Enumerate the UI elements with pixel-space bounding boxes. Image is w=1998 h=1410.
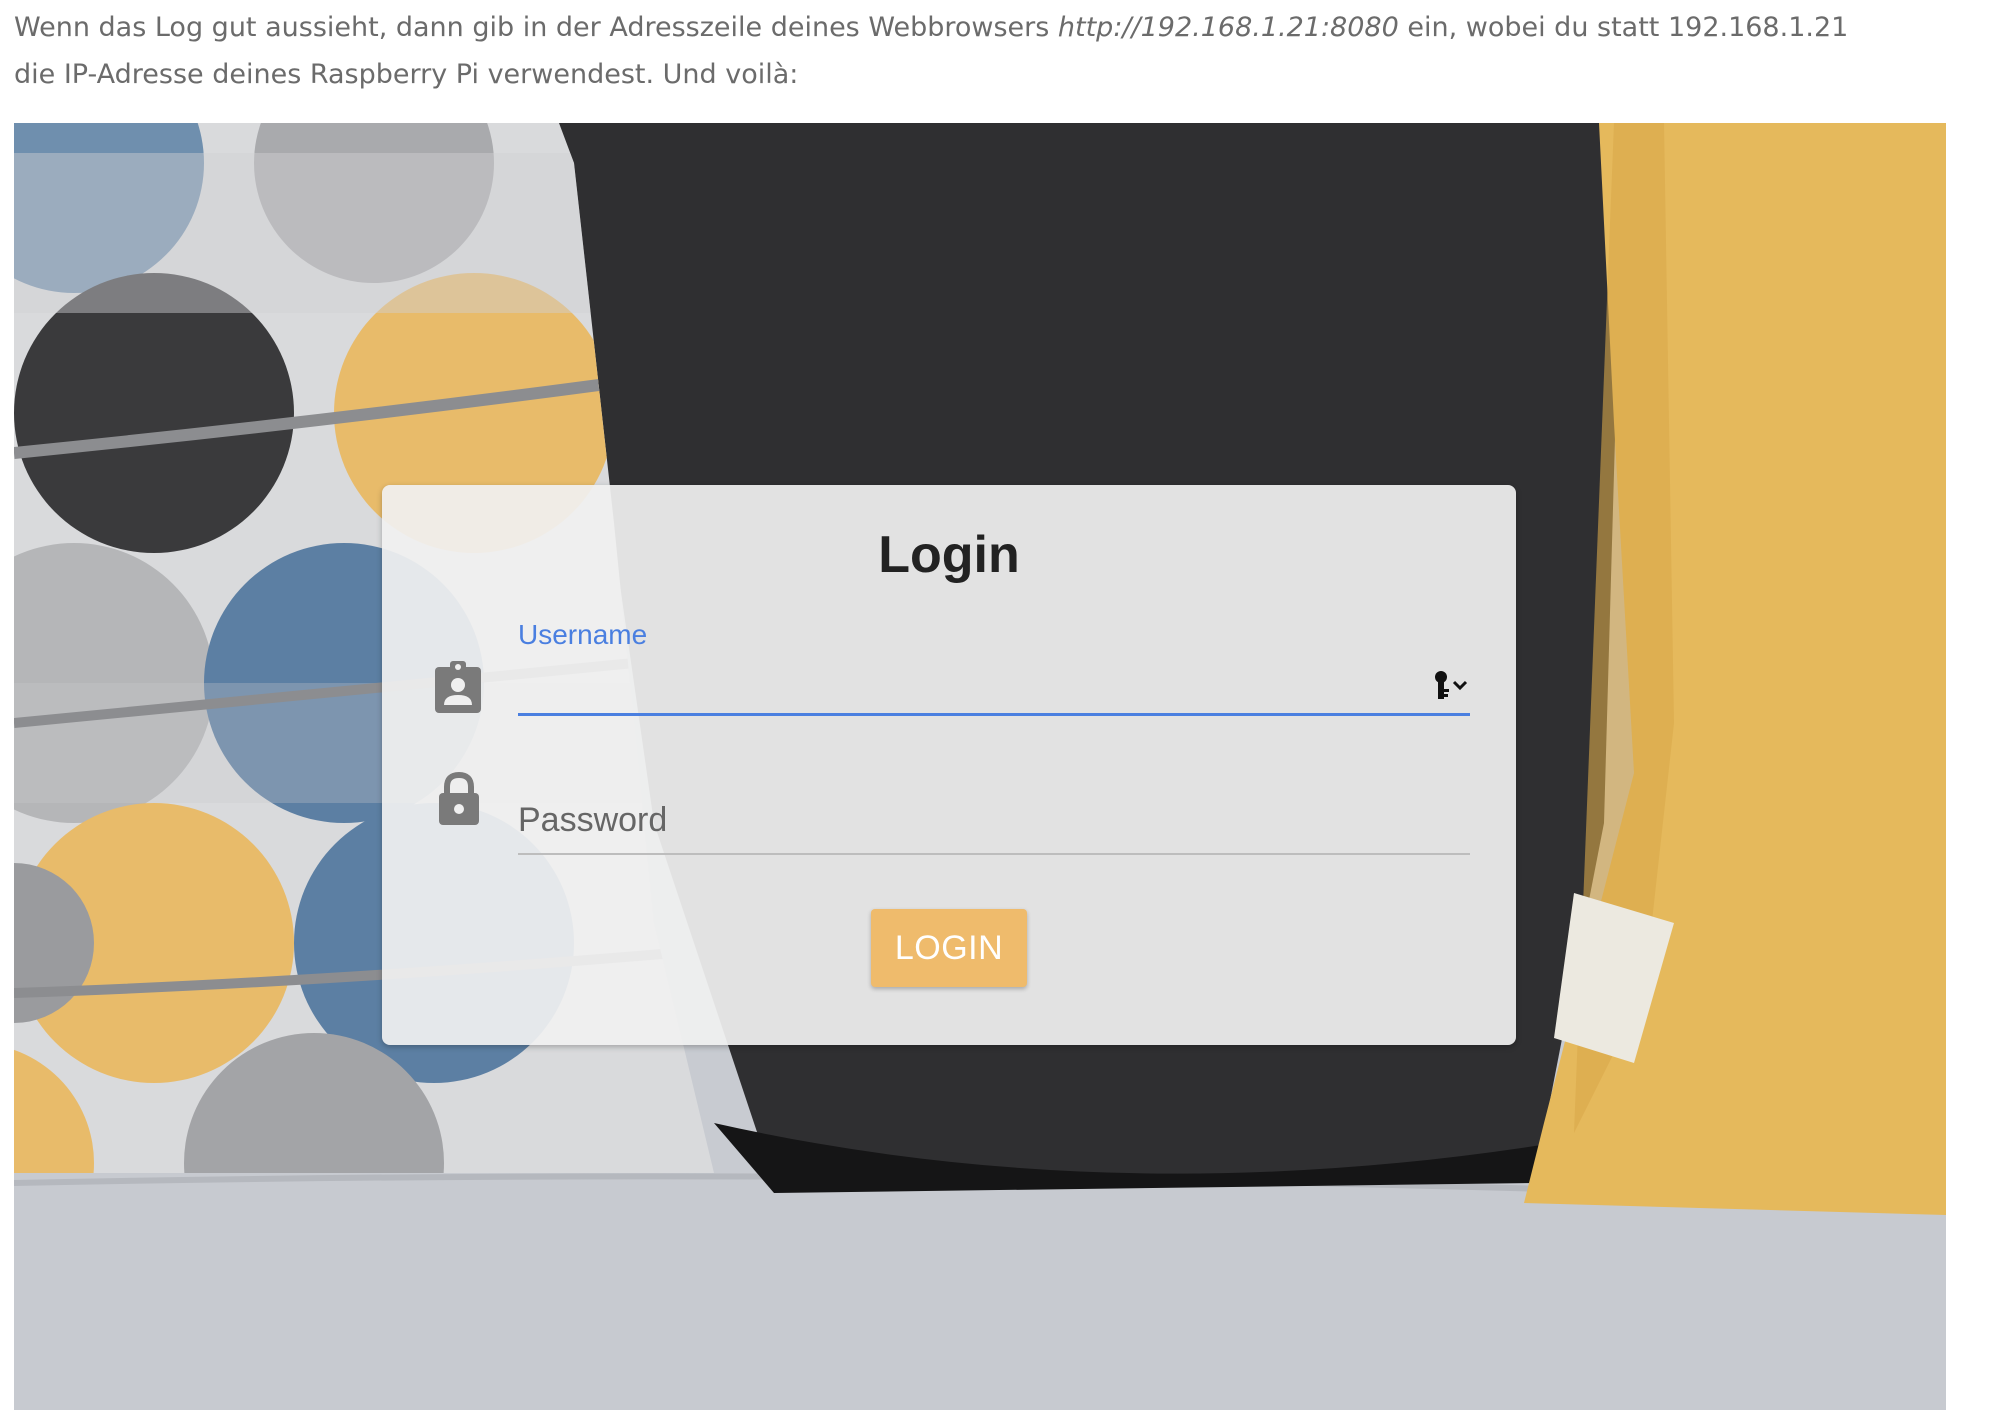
login-title: Login [878,526,1020,584]
login-button[interactable]: LOGIN [871,909,1027,987]
intro-url: http://192.168.1.21:8080 [1057,12,1399,43]
key-dropdown-icon[interactable] [1432,669,1472,703]
intro-paragraph: Wenn das Log gut aussieht, dann gib in d… [14,4,1894,98]
login-card: Login Username LOGIN [382,485,1516,1045]
username-input[interactable] [518,657,1470,716]
lock-icon [436,771,488,827]
password-input[interactable] [518,787,1470,855]
login-screenshot: Login Username LOGIN [14,123,1946,1410]
username-label: Username [518,619,648,650]
contact-badge-icon [432,659,484,715]
intro-text-before: Wenn das Log gut aussieht, dann gib in d… [14,12,1058,43]
